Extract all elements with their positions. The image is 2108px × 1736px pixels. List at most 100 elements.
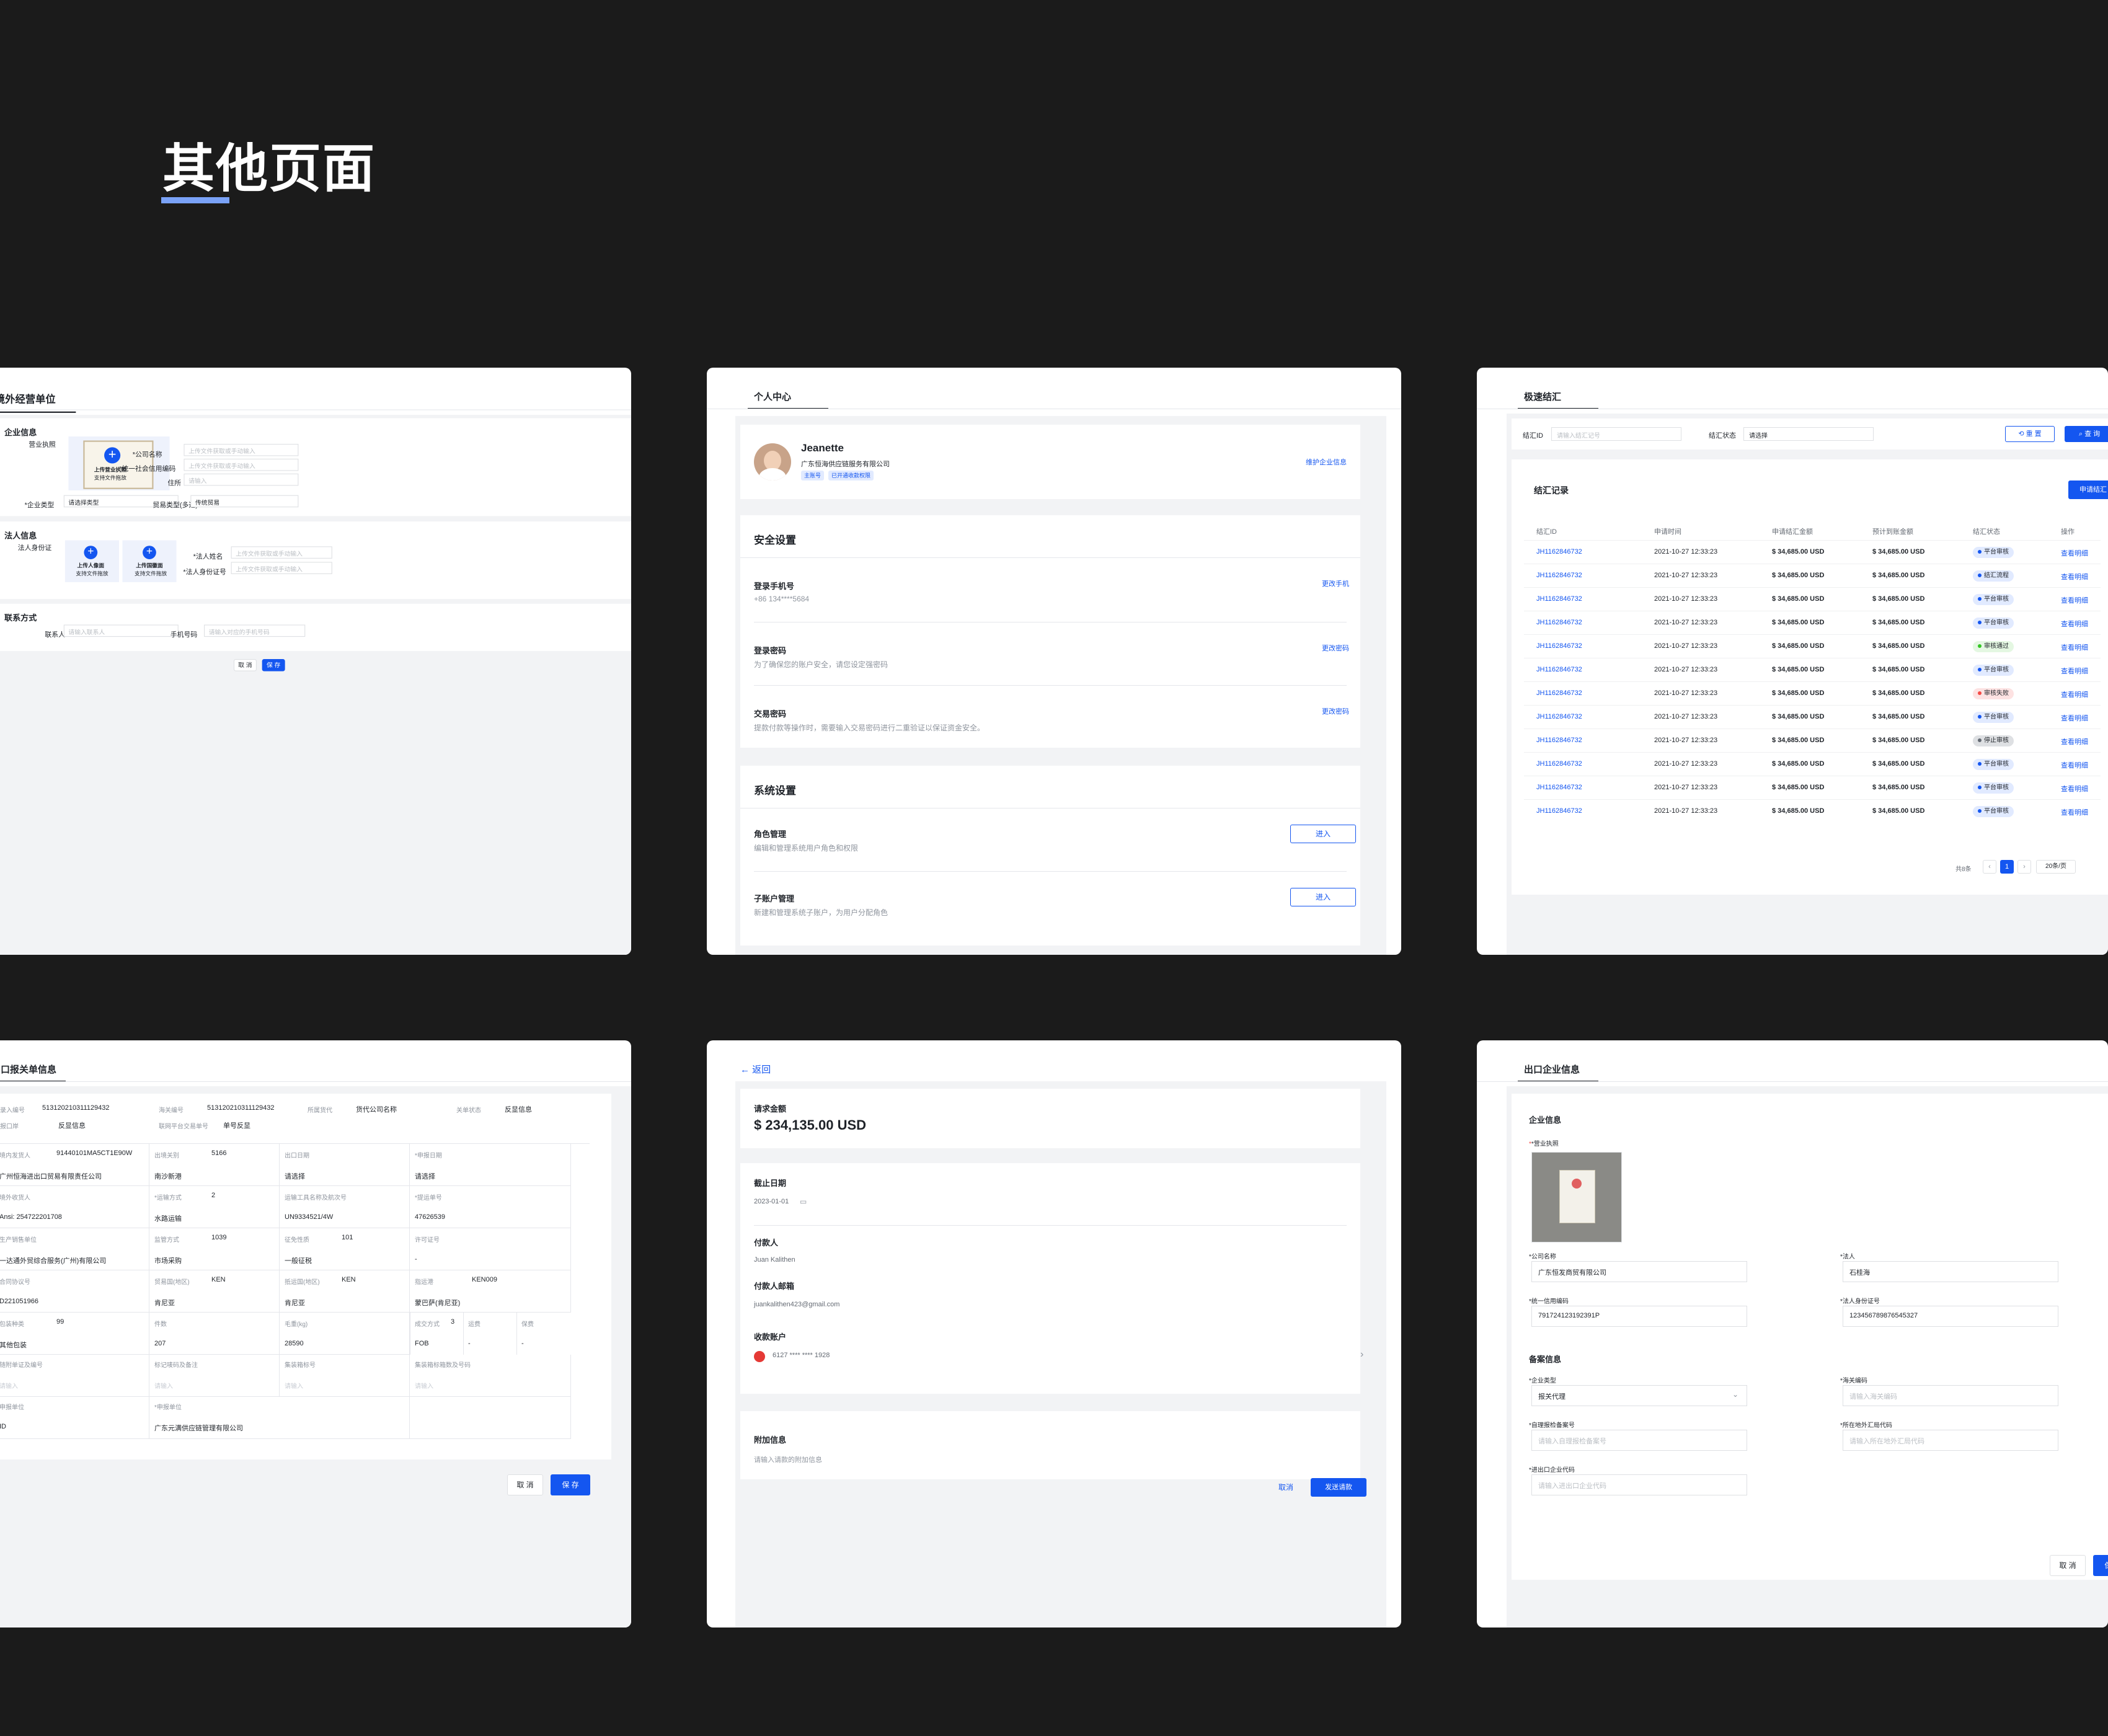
cancel-link[interactable]: 取消 [1278,1482,1293,1492]
view-details-link[interactable]: 查看明细 [2061,619,2088,629]
send-request-button[interactable]: 发送请款 [1311,1478,1366,1497]
enter-sub-account-button[interactable]: 进入 [1290,888,1356,906]
save-button[interactable]: 保 存 [262,659,285,671]
phone-input[interactable]: 请输入对应的手机号码 [204,624,306,637]
emblem-upload-area[interactable]: + 上传国徽面 支持文件拖放 [122,540,177,582]
cancel-button[interactable]: 取 消 [233,659,257,671]
receiving-account-value[interactable]: 6127 **** **** 1928 [773,1352,830,1359]
field-value[interactable]: - [415,1256,417,1263]
view-details-link[interactable]: 查看明细 [2061,737,2088,746]
settlement-id-link[interactable]: JH1162846732 [1536,666,1582,673]
view-details-link[interactable]: 查看明细 [2061,666,2088,676]
enter-role-button[interactable]: 进入 [1290,825,1356,843]
license-image[interactable] [1531,1152,1622,1242]
prev-page-button[interactable]: ‹ [1983,860,1996,874]
field-value[interactable]: 47626539 [415,1213,445,1221]
legal-input[interactable]: 石桂海 [1843,1261,2058,1282]
settlement-id-link[interactable]: JH1162846732 [1536,713,1582,720]
company-name-input[interactable]: 广东恒发商贸有限公司 [1531,1261,1747,1282]
field-value[interactable]: Ansi: 254722201708 [0,1213,62,1221]
field-value[interactable]: 28590 [285,1340,304,1347]
field-value[interactable]: 207 [154,1340,166,1347]
view-details-link[interactable]: 查看明细 [2061,572,2088,582]
view-details-link[interactable]: 查看明细 [2061,642,2088,652]
filter-id-input[interactable]: 请输入结汇记号 [1551,427,1681,441]
field-value[interactable]: 广州恒海进出口贸易有限责任公司 [0,1171,102,1181]
reset-button[interactable]: ⟲ 重 置 [2005,426,2055,442]
view-details-link[interactable]: 查看明细 [2061,548,2088,558]
add-license-icon[interactable]: + [104,447,121,464]
add-portrait-icon[interactable]: + [84,546,98,559]
back-link[interactable]: ← 返回 [740,1063,771,1076]
view-details-link[interactable]: 查看明细 [2061,807,2088,817]
next-page-button[interactable]: › [2017,860,2031,874]
address-input[interactable]: 请输入 [184,473,299,486]
settlement-id-link[interactable]: JH1162846732 [1536,642,1582,650]
page-size-select[interactable]: 20条/页 [2036,860,2076,874]
field-value[interactable]: 请选择 [415,1171,435,1181]
field-input[interactable]: 请输入 [0,1381,18,1390]
calendar-icon[interactable]: ▭ [800,1197,807,1206]
change-phone-link[interactable]: 更改手机 [1322,578,1349,588]
field-value[interactable]: 肯尼亚 [285,1298,305,1308]
change-trade-password-link[interactable]: 更改密码 [1322,706,1349,716]
change-password-link[interactable]: 更改密码 [1322,643,1349,653]
legal-id-input[interactable]: 123456789876545327 [1843,1306,2058,1327]
due-date-value[interactable]: 2023-01-01 [754,1198,789,1205]
save-button[interactable]: 保 存 [2093,1555,2108,1576]
import-export-code-input[interactable]: 请输入进出口企业代码 [1531,1474,1747,1495]
settlement-id-link[interactable]: JH1162846732 [1536,784,1582,791]
field-value[interactable]: 一般征税 [285,1256,312,1265]
contact-input[interactable]: 请输入联系人 [63,624,179,637]
settlement-id-link[interactable]: JH1162846732 [1536,572,1582,579]
field-input[interactable]: 请输入 [285,1381,303,1390]
credit-code-input[interactable]: 791724123192391P [1531,1306,1747,1327]
field-value[interactable]: 一达通外贸综合服务(广州)有限公司 [0,1256,106,1265]
field-value[interactable]: 肯尼亚 [154,1298,175,1308]
company-name-input[interactable]: 上传文件获取或手动输入 [184,443,299,456]
settlement-id-link[interactable]: JH1162846732 [1536,548,1582,556]
chevron-down-icon[interactable]: ⌄ [1732,1390,1738,1399]
field-value[interactable]: 南沙新港 [154,1171,182,1181]
view-details-link[interactable]: 查看明细 [2061,595,2088,605]
field-input[interactable]: 请输入 [415,1381,433,1390]
settlement-id-link[interactable]: JH1162846732 [1536,689,1582,697]
filter-status-select[interactable]: 请选择 [1743,427,1874,441]
view-details-link[interactable]: 查看明细 [2061,760,2088,770]
legal-name-input[interactable]: 上传文件获取或手动输入 [231,546,332,559]
extra-info-input[interactable]: 请输入请款的附加信息 [754,1455,822,1464]
field-value[interactable]: 请选择 [285,1171,305,1181]
field-input[interactable]: 请输入 [154,1381,173,1390]
settlement-id-link[interactable]: JH1162846732 [1536,595,1582,603]
page-number-button[interactable]: 1 [2000,860,2014,874]
field-value[interactable]: UN9334521/4W [285,1213,333,1221]
inspection-record-input[interactable]: 请输入自理报检备案号 [1531,1430,1747,1451]
credit-code-input[interactable]: 上传文件获取或手动输入 [184,458,299,471]
view-details-link[interactable]: 查看明细 [2061,784,2088,794]
apply-settlement-button[interactable]: 申请结汇 [2068,480,2108,499]
add-emblem-icon[interactable]: + [143,546,156,559]
field-value[interactable]: 水路运输 [154,1213,182,1223]
field-value[interactable]: D221051966 [0,1298,38,1305]
portrait-upload-area[interactable]: + 上传人像面 支持文件拖放 [64,540,119,582]
customs-code-input[interactable]: 请输入海关编码 [1843,1385,2058,1406]
forex-bureau-input[interactable]: 请输入所在地外汇局代码 [1843,1430,2058,1451]
settlement-id-link[interactable]: JH1162846732 [1536,760,1582,768]
settlement-id-link[interactable]: JH1162846732 [1536,737,1582,744]
settlement-id-link[interactable]: JH1162846732 [1536,619,1582,626]
enterprise-type-select[interactable]: 报关代理 [1531,1385,1747,1406]
cancel-button[interactable]: 取 消 [2050,1555,2086,1576]
cancel-button[interactable]: 取 消 [507,1474,543,1495]
legal-id-input[interactable]: 上传文件获取或手动输入 [231,562,332,574]
maintain-enterprise-link[interactable]: 维护企业信息 [1306,457,1347,467]
view-details-link[interactable]: 查看明细 [2061,689,2088,699]
trade-type-select[interactable]: 传统贸易 [190,495,299,508]
field-value[interactable]: 市场采购 [154,1256,182,1265]
save-button[interactable]: 保 存 [551,1474,590,1495]
field-value[interactable]: 蒙巴萨(肯尼亚) [415,1298,460,1308]
field-value[interactable]: 其他包装 [0,1340,27,1350]
search-button[interactable]: ⌕ 查 询 [2065,426,2108,442]
settlement-id-link[interactable]: JH1162846732 [1536,807,1582,815]
chevron-right-icon[interactable]: › [1360,1349,1363,1360]
view-details-link[interactable]: 查看明细 [2061,713,2088,723]
